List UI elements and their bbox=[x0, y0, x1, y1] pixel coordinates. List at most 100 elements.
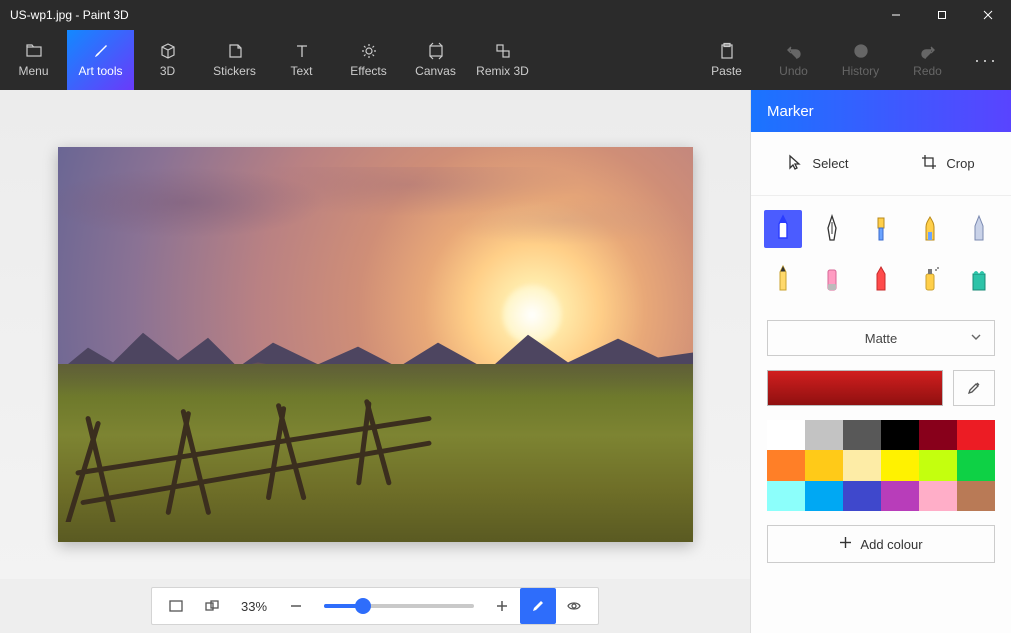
pixel-pen-tool[interactable] bbox=[960, 210, 998, 248]
canvas-area: 33% bbox=[0, 90, 750, 633]
color-swatch[interactable] bbox=[881, 420, 919, 450]
crop-button[interactable]: Crop bbox=[921, 154, 974, 174]
crop-icon bbox=[921, 154, 938, 174]
main-toolbar: Menu Art tools 3D Stickers Text Effects bbox=[0, 30, 1011, 90]
color-swatch[interactable] bbox=[919, 420, 957, 450]
color-swatch[interactable] bbox=[843, 420, 881, 450]
paste-label: Paste bbox=[711, 64, 742, 78]
marker-tool[interactable] bbox=[764, 210, 802, 248]
view-mode-button[interactable] bbox=[556, 588, 592, 624]
menu-button[interactable]: Menu bbox=[0, 30, 67, 90]
history-button[interactable]: History bbox=[827, 30, 894, 90]
plus-icon bbox=[839, 536, 852, 552]
text-label: Text bbox=[290, 64, 312, 78]
history-label: History bbox=[842, 64, 879, 78]
canvas-viewport[interactable] bbox=[0, 90, 750, 579]
menu-label: Menu bbox=[18, 64, 48, 78]
content-area: 33% Marker bbox=[0, 90, 1011, 633]
stickers-label: Stickers bbox=[213, 64, 256, 78]
redo-icon bbox=[919, 42, 937, 60]
canvas-label: Canvas bbox=[415, 64, 456, 78]
color-swatch[interactable] bbox=[805, 481, 843, 511]
title-bar: US-wp1.jpg - Paint 3D bbox=[0, 0, 1011, 30]
color-swatch[interactable] bbox=[805, 420, 843, 450]
window-controls bbox=[873, 0, 1011, 30]
crayon-tool[interactable] bbox=[862, 260, 900, 298]
panel-title: Marker bbox=[751, 90, 1011, 132]
color-swatch[interactable] bbox=[767, 481, 805, 511]
maximize-button[interactable] bbox=[919, 0, 965, 30]
color-swatch[interactable] bbox=[919, 450, 957, 480]
zoom-slider[interactable] bbox=[324, 604, 474, 608]
zoom-percent[interactable]: 33% bbox=[230, 588, 278, 624]
actual-size-button[interactable] bbox=[194, 588, 230, 624]
remix-3d-tab[interactable]: Remix 3D bbox=[469, 30, 536, 90]
cursor-icon bbox=[787, 154, 804, 174]
window-title: US-wp1.jpg - Paint 3D bbox=[0, 8, 873, 22]
add-color-button[interactable]: Add colour bbox=[767, 525, 995, 563]
cube-icon bbox=[159, 42, 177, 60]
pencil-tool[interactable] bbox=[764, 260, 802, 298]
eyedropper-button[interactable] bbox=[953, 370, 995, 406]
canvas-icon bbox=[427, 42, 445, 60]
stickers-tab[interactable]: Stickers bbox=[201, 30, 268, 90]
color-swatch[interactable] bbox=[957, 420, 995, 450]
eraser-tool[interactable] bbox=[813, 260, 851, 298]
select-label: Select bbox=[812, 156, 848, 171]
watercolor-tool[interactable] bbox=[911, 210, 949, 248]
redo-button[interactable]: Redo bbox=[894, 30, 961, 90]
undo-icon bbox=[785, 42, 803, 60]
color-swatch[interactable] bbox=[805, 450, 843, 480]
side-panel: Marker Select Crop bbox=[750, 90, 1011, 633]
material-select[interactable]: Matte bbox=[767, 320, 995, 356]
brush-grid bbox=[751, 196, 1011, 312]
remix-icon bbox=[494, 42, 512, 60]
color-swatch[interactable] bbox=[767, 420, 805, 450]
more-button[interactable]: ··· bbox=[961, 30, 1011, 90]
edit-mode-button[interactable] bbox=[520, 588, 556, 624]
redo-label: Redo bbox=[913, 64, 942, 78]
spray-can-tool[interactable] bbox=[911, 260, 949, 298]
effects-icon bbox=[360, 42, 378, 60]
history-icon bbox=[852, 42, 870, 60]
current-color[interactable] bbox=[767, 370, 943, 406]
3d-tab[interactable]: 3D bbox=[134, 30, 201, 90]
color-swatch[interactable] bbox=[881, 481, 919, 511]
select-button[interactable]: Select bbox=[787, 154, 848, 174]
chevron-down-icon bbox=[970, 331, 982, 346]
color-swatch[interactable] bbox=[919, 481, 957, 511]
close-button[interactable] bbox=[965, 0, 1011, 30]
minimize-button[interactable] bbox=[873, 0, 919, 30]
3d-label: 3D bbox=[160, 64, 175, 78]
fill-tool[interactable] bbox=[960, 260, 998, 298]
art-tools-tab[interactable]: Art tools bbox=[67, 30, 134, 90]
undo-button[interactable]: Undo bbox=[760, 30, 827, 90]
color-swatch[interactable] bbox=[957, 450, 995, 480]
crop-label: Crop bbox=[946, 156, 974, 171]
effects-label: Effects bbox=[350, 64, 386, 78]
effects-tab[interactable]: Effects bbox=[335, 30, 402, 90]
zoom-out-button[interactable] bbox=[278, 588, 314, 624]
color-swatch[interactable] bbox=[957, 481, 995, 511]
text-icon bbox=[293, 42, 311, 60]
calligraphy-pen-tool[interactable] bbox=[813, 210, 851, 248]
folder-icon bbox=[25, 42, 43, 60]
fit-screen-button[interactable] bbox=[158, 588, 194, 624]
sticker-icon bbox=[226, 42, 244, 60]
text-tab[interactable]: Text bbox=[268, 30, 335, 90]
color-swatch[interactable] bbox=[843, 481, 881, 511]
color-swatch[interactable] bbox=[767, 450, 805, 480]
zoom-in-button[interactable] bbox=[484, 588, 520, 624]
canvas-tab[interactable]: Canvas bbox=[402, 30, 469, 90]
color-swatch[interactable] bbox=[881, 450, 919, 480]
select-crop-row: Select Crop bbox=[751, 132, 1011, 196]
paste-button[interactable]: Paste bbox=[693, 30, 760, 90]
oil-brush-tool[interactable] bbox=[862, 210, 900, 248]
undo-label: Undo bbox=[779, 64, 808, 78]
color-palette bbox=[767, 420, 995, 511]
canvas-image[interactable] bbox=[58, 147, 693, 542]
zoom-bar: 33% bbox=[0, 579, 750, 633]
color-swatch[interactable] bbox=[843, 450, 881, 480]
paste-icon bbox=[718, 42, 736, 60]
brush-icon bbox=[92, 42, 110, 60]
